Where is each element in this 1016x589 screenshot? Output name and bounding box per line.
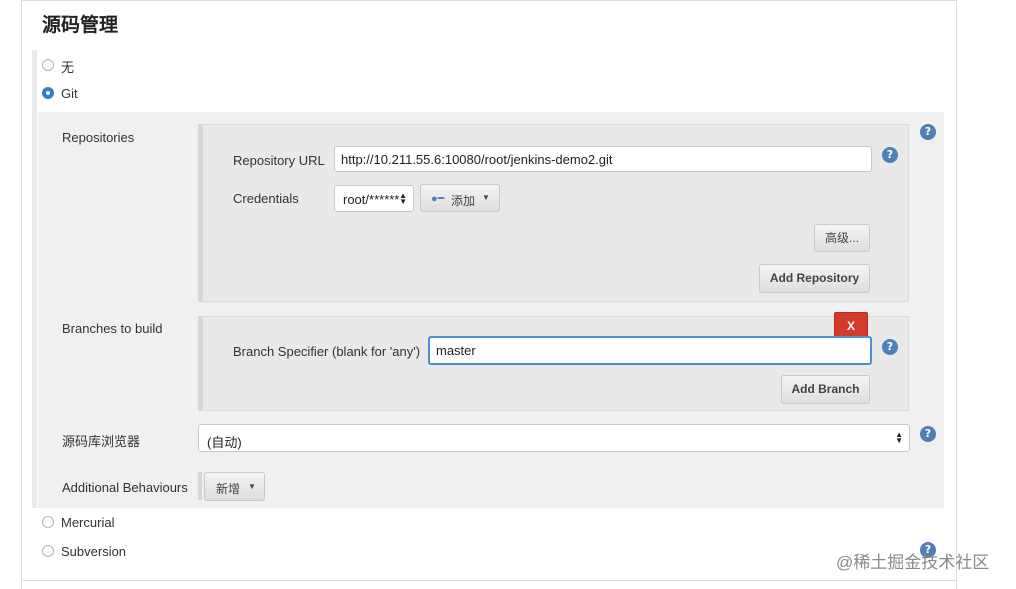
radio-mercurial-label: Mercurial — [61, 515, 115, 530]
section-frame-right — [956, 0, 957, 589]
git-indent-bar — [32, 50, 37, 508]
repository-url-help-icon[interactable]: ? — [882, 147, 898, 163]
branch-specifier-label: Branch Specifier (blank for 'any') — [233, 344, 421, 359]
radio-subversion-label: Subversion — [61, 544, 127, 559]
repository-url-label: Repository URL — [233, 153, 325, 168]
section-frame-bottom — [21, 580, 957, 581]
branches-label: Branches to build — [62, 321, 163, 336]
additional-behaviours-label: Additional Behaviours — [62, 480, 188, 495]
credentials-select-value: root/****** — [343, 192, 400, 207]
add-behaviour-button[interactable]: 新增 ▼ — [204, 472, 265, 501]
repository-browser-label: 源码库浏览器 — [62, 434, 141, 449]
caret-down-icon: ▼ — [482, 193, 490, 202]
radio-none[interactable] — [42, 59, 54, 71]
repository-browser-select[interactable]: (自动) ▲ ▼ — [198, 424, 910, 452]
add-branch-button[interactable]: Add Branch — [781, 375, 870, 404]
radio-git-label: Git — [61, 86, 78, 101]
credentials-select[interactable]: root/****** ▲ ▼ — [334, 185, 414, 212]
advanced-button[interactable]: 高级... — [814, 224, 870, 252]
watermark-text: @稀土掘金技术社区 — [836, 553, 990, 572]
section-frame-left — [21, 0, 22, 589]
caret-down-icon: ▼ — [248, 482, 256, 491]
repositories-help-icon[interactable]: ? — [920, 124, 936, 140]
repository-browser-help-icon[interactable]: ? — [920, 426, 936, 442]
branch-specifier-input[interactable] — [428, 336, 872, 365]
radio-subversion[interactable] — [42, 545, 54, 557]
select-arrows-icon: ▲ ▼ — [895, 430, 903, 445]
add-credentials-button[interactable]: ●━ 添加 ▼ — [420, 184, 500, 212]
credentials-label: Credentials — [233, 191, 299, 206]
repository-browser-value: (自动) — [207, 435, 242, 450]
branch-specifier-help-icon[interactable]: ? — [882, 339, 898, 355]
radio-git[interactable] — [42, 87, 54, 99]
select-arrows-icon: ▲ ▼ — [399, 190, 407, 206]
repositories-label: Repositories — [62, 130, 135, 145]
add-repository-button[interactable]: Add Repository — [759, 264, 870, 293]
section-frame-top — [21, 0, 957, 1]
add-credentials-label: 添加 — [451, 194, 476, 208]
section-title: 源码管理 — [42, 15, 119, 36]
radio-mercurial[interactable] — [42, 516, 54, 528]
add-behaviour-label: 新增 — [216, 482, 241, 496]
behaviours-indent-bar — [198, 472, 202, 500]
key-icon: ●━ — [431, 193, 445, 205]
repository-url-input[interactable] — [334, 146, 872, 172]
radio-none-label: 无 — [61, 60, 75, 75]
